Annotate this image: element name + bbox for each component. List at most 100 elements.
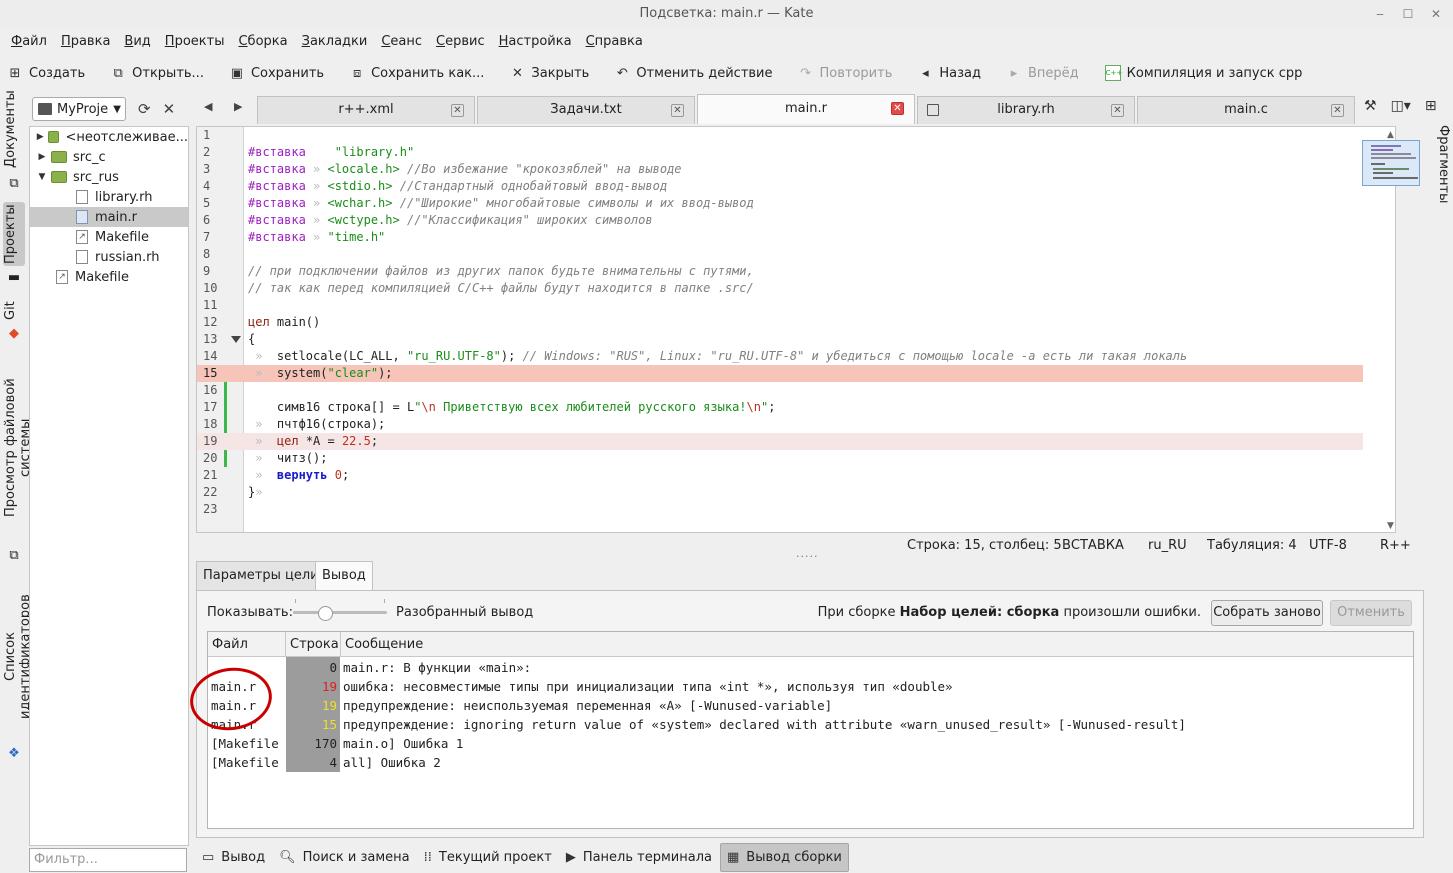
code-line[interactable]: 4 #вставка » <stdio.h> //Стандартный одно… <box>197 178 1363 195</box>
forward-button[interactable]: ▸ Вперёд <box>1007 66 1079 81</box>
cancel-build-button[interactable]: Отменить <box>1330 600 1412 626</box>
tab-tasks-txt[interactable]: Задачи.txt ✕ <box>477 96 695 124</box>
code-line[interactable]: 12 цел main() <box>197 314 1363 331</box>
back-button[interactable]: ◂ Назад <box>918 66 981 81</box>
reload-icon[interactable]: ⟳ <box>138 100 151 118</box>
tab-snippets[interactable]: Фрагменты <box>1429 124 1451 204</box>
code-line[interactable]: 21 » вернуть 0; <box>197 467 1363 484</box>
code-line[interactable]: 15 » system("clear"); <box>197 365 1363 382</box>
git-icon[interactable]: ◆ <box>6 326 22 342</box>
code-line[interactable]: 17 симв16 строка[] = L"\n Приветствую вс… <box>197 399 1363 416</box>
quick-open-icon[interactable]: ⚒ <box>1364 98 1377 114</box>
expand-arrow-icon[interactable]: ▶ <box>36 132 45 142</box>
tab-projects[interactable]: Проекты <box>3 202 25 266</box>
documents-icon[interactable]: ⧉ <box>6 176 22 192</box>
minimize-icon[interactable]: ‒ <box>1373 0 1387 28</box>
tab-library-rh[interactable]: library.rh ✕ <box>917 96 1135 124</box>
bottom-tab-output[interactable]: ▭ Вывод <box>196 843 271 872</box>
tab-documents[interactable]: Документы <box>3 90 25 168</box>
code-line[interactable]: 5 #вставка » <wchar.h> //"Широкие" многоб… <box>197 195 1363 212</box>
close-button[interactable]: ✕ Закрыть <box>510 66 589 81</box>
collapse-arrow-icon[interactable]: ▼ <box>36 172 48 182</box>
indentation[interactable]: Табуляция: 4 <box>1207 538 1297 553</box>
tab-rpp-xml[interactable]: r++.xml ✕ <box>257 96 475 124</box>
input-mode[interactable]: ВСТАВКА <box>1062 538 1124 553</box>
new-tab-icon[interactable]: ⊞ <box>1425 98 1437 114</box>
bottom-tab-build-output[interactable]: ▦ Вывод сборки <box>719 843 849 872</box>
maximize-icon[interactable]: ☐ <box>1401 0 1415 28</box>
tab-main-r[interactable]: main.r ✕ <box>697 94 915 124</box>
menu-tools[interactable]: Сервис <box>436 34 485 49</box>
filter-input[interactable]: Фильтр... <box>29 848 187 872</box>
code-line[interactable]: 7 #вставка » "time.h" <box>197 229 1363 246</box>
scroll-up-icon[interactable]: ▲ <box>1387 130 1394 140</box>
code-line[interactable]: 1 <box>197 127 1363 144</box>
bottom-tab-search[interactable]: 🔍︎ Поиск и замена <box>273 843 416 872</box>
verbosity-slider[interactable] <box>293 611 387 614</box>
table-row[interactable]: 0 main.r: В функции «main»: <box>208 658 1413 677</box>
undo-button[interactable]: ↶ Отменить действие <box>615 66 773 81</box>
minimap[interactable] <box>1362 140 1420 186</box>
filesystem-icon[interactable]: ⧉ <box>6 548 22 564</box>
code-line[interactable]: 18 » пчтф16(строка); <box>197 416 1363 433</box>
rebuild-button[interactable]: Собрать заново <box>1211 600 1323 626</box>
menu-help[interactable]: Справка <box>586 34 643 49</box>
column-message[interactable]: Сообщение <box>341 632 1413 657</box>
slider-handle[interactable] <box>318 606 333 621</box>
tree-item[interactable]: russian.rh <box>30 247 188 267</box>
column-line[interactable]: Строка <box>286 632 341 657</box>
expand-arrow-icon[interactable]: ▶ <box>36 152 48 162</box>
open-button[interactable]: ⧉ Открыть... <box>111 66 203 81</box>
tab-prev-icon[interactable]: ◀ <box>204 100 212 113</box>
cursor-position[interactable]: Строка: 15, столбец: 5 <box>907 538 1062 553</box>
code-line[interactable]: 13 { <box>197 331 1363 348</box>
code-line[interactable]: 2 #вставка "library.h" <box>197 144 1363 161</box>
menu-build[interactable]: Сборка <box>238 34 287 49</box>
redo-button[interactable]: ↷ Повторить <box>799 66 892 81</box>
column-file[interactable]: Файл <box>208 632 286 657</box>
code-line[interactable]: 20 » читз(); <box>197 450 1363 467</box>
bottom-tab-current-project[interactable]: ⁞⁞ Текущий проект <box>418 843 558 872</box>
code-line[interactable]: 23 <box>197 501 1363 518</box>
code-line[interactable]: 11 <box>197 297 1363 314</box>
close-tab-icon[interactable]: ✕ <box>451 104 464 117</box>
folder-icon[interactable]: ▬ <box>6 270 22 286</box>
code-line[interactable]: 14 » setlocale(LC_ALL, "ru_RU.UTF-8"); /… <box>197 348 1363 365</box>
close-project-icon[interactable]: ✕ <box>163 100 176 118</box>
code-line[interactable]: 9 // при подключении файлов из других пап… <box>197 263 1363 280</box>
table-row[interactable]: main.r 15 предупреждение: ignoring return … <box>208 715 1413 734</box>
save-as-button[interactable]: ⧈ Сохранить как... <box>350 66 484 81</box>
compile-run-button[interactable]: C++ Компиляция и запуск cpp <box>1104 65 1302 81</box>
menu-file[interactable]: Файл <box>11 34 47 49</box>
tree-item[interactable]: ↗ Makefile <box>30 267 188 287</box>
close-tab-icon[interactable]: ✕ <box>671 104 684 117</box>
menu-edit[interactable]: Правка <box>61 34 110 49</box>
tree-item[interactable]: ▶ <неотслеживае... <box>30 127 188 147</box>
tab-main-c[interactable]: main.c ✕ <box>1137 96 1355 124</box>
menu-bookmarks[interactable]: Закладки <box>302 34 368 49</box>
tab-symbol-list[interactable]: Список идентификаторов <box>3 576 33 738</box>
tab-next-icon[interactable]: ▶ <box>234 100 242 113</box>
split-view-icon[interactable]: ◫▾ <box>1391 98 1411 114</box>
project-selector[interactable]: MyProje ▼ <box>32 97 126 121</box>
table-row[interactable]: [Makefile 170 main.o] Ошибка 1 <box>208 734 1413 753</box>
code-line[interactable]: 19 » цел *A = 22.5; <box>197 433 1363 450</box>
tab-target-settings[interactable]: Параметры цели <box>196 561 326 591</box>
tree-item[interactable]: main.r <box>30 207 188 227</box>
menu-settings[interactable]: Настройка <box>499 34 572 49</box>
tree-item[interactable]: ▶ src_c <box>30 147 188 167</box>
bottom-tab-terminal[interactable]: ▶ Панель терминала <box>560 843 718 872</box>
tab-output[interactable]: Вывод <box>315 561 373 591</box>
code-line[interactable]: 16 <box>197 382 1363 399</box>
code-editor[interactable]: 1 2 #вставка "library.h" 3 #вставка » <local… <box>196 126 1396 533</box>
new-button[interactable]: ⊞ Создать <box>8 66 86 81</box>
symbols-icon[interactable]: ❖ <box>6 746 22 762</box>
menu-session[interactable]: Сеанс <box>381 34 422 49</box>
fold-arrow-icon[interactable] <box>231 336 241 343</box>
dictionary[interactable]: ru_RU <box>1148 538 1187 553</box>
code-line[interactable]: 10 // так как перед компиляцией C/C++ фай… <box>197 280 1363 297</box>
scroll-down-icon[interactable]: ▼ <box>1387 521 1394 531</box>
close-window-icon[interactable]: ✕ <box>1429 0 1443 28</box>
table-row[interactable]: main.r 19 предупреждение: неиспользуемая п… <box>208 696 1413 715</box>
tree-item[interactable]: ↗ Makefile <box>30 227 188 247</box>
